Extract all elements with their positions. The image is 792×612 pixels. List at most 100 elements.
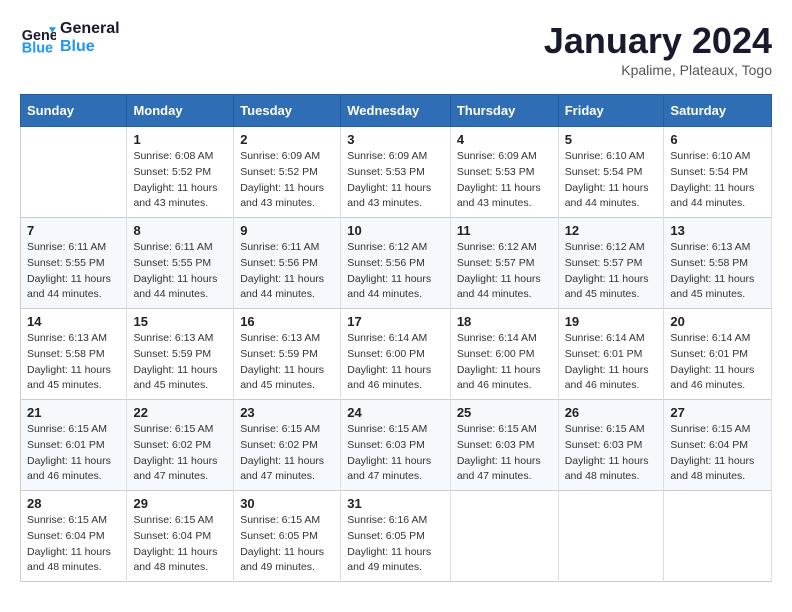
day-cell: 19Sunrise: 6:14 AMSunset: 6:01 PMDayligh… — [558, 309, 664, 400]
day-number: 12 — [565, 223, 658, 238]
daylight-label: Daylight: 11 hours and 47 minutes. — [347, 455, 431, 483]
sunset-label: Sunset: 5:56 PM — [347, 257, 425, 269]
sunset-label: Sunset: 5:57 PM — [457, 257, 535, 269]
day-info: Sunrise: 6:12 AMSunset: 5:57 PMDaylight:… — [457, 240, 552, 303]
page-header: General Blue General Blue January 2024 K… — [20, 20, 772, 78]
sunrise-label: Sunrise: 6:13 AM — [27, 332, 107, 344]
sunrise-label: Sunrise: 6:13 AM — [240, 332, 320, 344]
day-cell: 7Sunrise: 6:11 AMSunset: 5:55 PMDaylight… — [21, 218, 127, 309]
day-number: 20 — [670, 314, 765, 329]
day-info: Sunrise: 6:13 AMSunset: 5:59 PMDaylight:… — [240, 331, 334, 394]
svg-text:Blue: Blue — [22, 40, 53, 56]
day-number: 16 — [240, 314, 334, 329]
sunset-label: Sunset: 6:00 PM — [457, 348, 535, 360]
daylight-label: Daylight: 11 hours and 48 minutes. — [133, 546, 217, 574]
day-number: 4 — [457, 132, 552, 147]
day-number: 6 — [670, 132, 765, 147]
day-cell: 27Sunrise: 6:15 AMSunset: 6:04 PMDayligh… — [664, 400, 772, 491]
day-number: 14 — [27, 314, 120, 329]
day-cell: 15Sunrise: 6:13 AMSunset: 5:59 PMDayligh… — [127, 309, 234, 400]
day-number: 17 — [347, 314, 444, 329]
daylight-label: Daylight: 11 hours and 47 minutes. — [133, 455, 217, 483]
daylight-label: Daylight: 11 hours and 45 minutes. — [133, 364, 217, 392]
sunrise-label: Sunrise: 6:09 AM — [240, 150, 320, 162]
day-cell: 17Sunrise: 6:14 AMSunset: 6:00 PMDayligh… — [341, 309, 451, 400]
sunset-label: Sunset: 5:56 PM — [240, 257, 318, 269]
header-row: SundayMondayTuesdayWednesdayThursdayFrid… — [21, 95, 772, 127]
day-cell: 31Sunrise: 6:16 AMSunset: 6:05 PMDayligh… — [341, 491, 451, 582]
sunrise-label: Sunrise: 6:11 AM — [27, 241, 106, 253]
sunset-label: Sunset: 5:57 PM — [565, 257, 643, 269]
sunrise-label: Sunrise: 6:10 AM — [565, 150, 645, 162]
header-tuesday: Tuesday — [234, 95, 341, 127]
daylight-label: Daylight: 11 hours and 44 minutes. — [670, 182, 754, 210]
sunset-label: Sunset: 5:52 PM — [240, 166, 318, 178]
day-info: Sunrise: 6:15 AMSunset: 6:04 PMDaylight:… — [133, 513, 227, 576]
sunrise-label: Sunrise: 6:09 AM — [457, 150, 537, 162]
sunrise-label: Sunrise: 6:15 AM — [27, 423, 107, 435]
sunrise-label: Sunrise: 6:10 AM — [670, 150, 750, 162]
daylight-label: Daylight: 11 hours and 46 minutes. — [347, 364, 431, 392]
sunset-label: Sunset: 5:53 PM — [347, 166, 425, 178]
sunset-label: Sunset: 5:58 PM — [670, 257, 748, 269]
day-cell: 18Sunrise: 6:14 AMSunset: 6:00 PMDayligh… — [450, 309, 558, 400]
daylight-label: Daylight: 11 hours and 43 minutes. — [133, 182, 217, 210]
sunrise-label: Sunrise: 6:16 AM — [347, 514, 427, 526]
sunrise-label: Sunrise: 6:14 AM — [457, 332, 537, 344]
sunrise-label: Sunrise: 6:13 AM — [670, 241, 750, 253]
day-cell: 12Sunrise: 6:12 AMSunset: 5:57 PMDayligh… — [558, 218, 664, 309]
day-cell — [664, 491, 772, 582]
day-info: Sunrise: 6:15 AMSunset: 6:02 PMDaylight:… — [133, 422, 227, 485]
daylight-label: Daylight: 11 hours and 49 minutes. — [240, 546, 324, 574]
sunset-label: Sunset: 5:54 PM — [565, 166, 643, 178]
day-cell: 16 Sunrise: 6:13 AMSunset: 5:59 PMDayligh… — [234, 309, 341, 400]
sunrise-label: Sunrise: 6:15 AM — [27, 514, 107, 526]
sunset-label: Sunset: 5:52 PM — [133, 166, 211, 178]
sunset-label: Sunset: 6:01 PM — [565, 348, 643, 360]
logo-general: General — [60, 20, 120, 38]
day-info: Sunrise: 6:15 AMSunset: 6:03 PMDaylight:… — [457, 422, 552, 485]
header-sunday: Sunday — [21, 95, 127, 127]
daylight-label: Daylight: 11 hours and 43 minutes. — [347, 182, 431, 210]
day-number: 23 — [240, 405, 334, 420]
day-number: 26 — [565, 405, 658, 420]
day-cell: 11Sunrise: 6:12 AMSunset: 5:57 PMDayligh… — [450, 218, 558, 309]
day-cell — [558, 491, 664, 582]
sunset-label: Sunset: 6:03 PM — [565, 439, 643, 451]
daylight-label: Daylight: 11 hours and 46 minutes. — [565, 364, 649, 392]
day-number: 22 — [133, 405, 227, 420]
daylight-label: Daylight: 11 hours and 49 minutes. — [347, 546, 431, 574]
day-number: 25 — [457, 405, 552, 420]
day-number: 30 — [240, 496, 334, 511]
sunrise-label: Sunrise: 6:15 AM — [347, 423, 427, 435]
day-number: 31 — [347, 496, 444, 511]
daylight-label: Daylight: 11 hours and 45 minutes. — [27, 364, 111, 392]
day-cell: 28Sunrise: 6:15 AMSunset: 6:04 PMDayligh… — [21, 491, 127, 582]
daylight-label: Daylight: 11 hours and 46 minutes. — [457, 364, 541, 392]
day-info: Sunrise: 6:10 AMSunset: 5:54 PMDaylight:… — [670, 149, 765, 212]
sunrise-label: Sunrise: 6:15 AM — [240, 423, 320, 435]
daylight-label: Daylight: 11 hours and 47 minutes. — [457, 455, 541, 483]
day-info: Sunrise: 6:09 AMSunset: 5:53 PMDaylight:… — [347, 149, 444, 212]
sunrise-label: Sunrise: 6:13 AM — [133, 332, 213, 344]
sunrise-label: Sunrise: 6:14 AM — [347, 332, 427, 344]
day-number: 24 — [347, 405, 444, 420]
day-cell: 14Sunrise: 6:13 AMSunset: 5:58 PMDayligh… — [21, 309, 127, 400]
sunset-label: Sunset: 6:04 PM — [27, 530, 105, 542]
sunset-label: Sunset: 6:04 PM — [670, 439, 748, 451]
sunrise-label: Sunrise: 6:15 AM — [457, 423, 537, 435]
day-cell: 22 Sunrise: 6:15 AMSunset: 6:02 PMDayligh… — [127, 400, 234, 491]
sunrise-label: Sunrise: 6:15 AM — [565, 423, 645, 435]
daylight-label: Daylight: 11 hours and 45 minutes. — [565, 273, 649, 301]
calendar-table: SundayMondayTuesdayWednesdayThursdayFrid… — [20, 94, 772, 582]
sunset-label: Sunset: 6:01 PM — [27, 439, 105, 451]
day-cell: 23Sunrise: 6:15 AMSunset: 6:02 PMDayligh… — [234, 400, 341, 491]
day-info: Sunrise: 6:15 AMSunset: 6:03 PMDaylight:… — [347, 422, 444, 485]
daylight-label: Daylight: 11 hours and 48 minutes. — [27, 546, 111, 574]
day-number: 13 — [670, 223, 765, 238]
day-cell: 1Sunrise: 6:08 AMSunset: 5:52 PMDaylight… — [127, 127, 234, 218]
day-info: Sunrise: 6:14 AMSunset: 6:01 PMDaylight:… — [565, 331, 658, 394]
week-row-3: 14Sunrise: 6:13 AMSunset: 5:58 PMDayligh… — [21, 309, 772, 400]
day-number: 27 — [670, 405, 765, 420]
week-row-4: 21Sunrise: 6:15 AMSunset: 6:01 PMDayligh… — [21, 400, 772, 491]
